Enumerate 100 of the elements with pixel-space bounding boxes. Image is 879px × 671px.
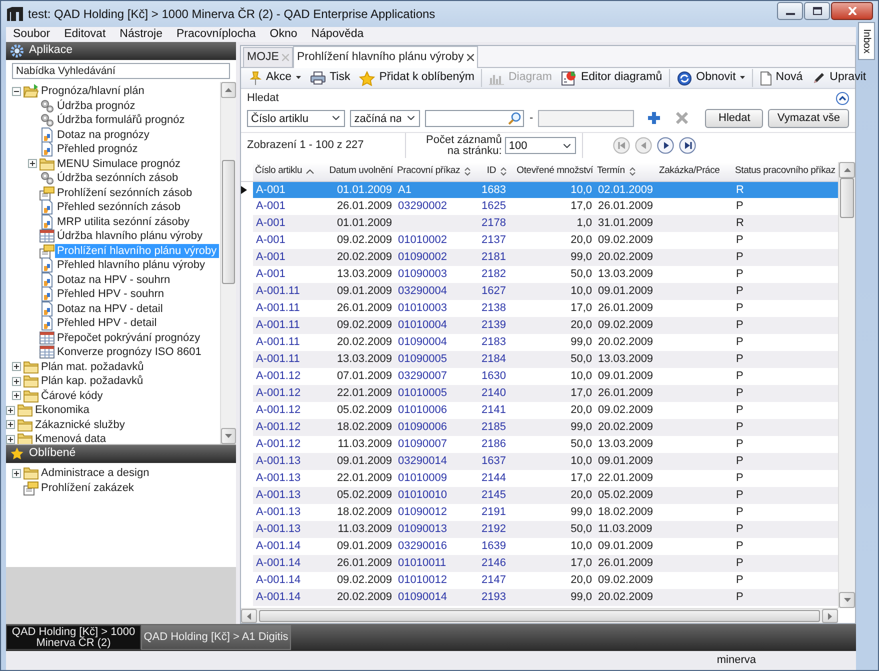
- tree-item[interactable]: Údržba formulářů prognóz: [55, 113, 187, 128]
- add-condition-button[interactable]: [647, 111, 662, 125]
- toolbar-button[interactable]: Obnovit: [674, 69, 748, 87]
- tree-item[interactable]: Administrace a design: [39, 466, 152, 480]
- tree-item[interactable]: Dotaz na HPV - detail: [55, 302, 165, 316]
- search-field[interactable]: [425, 110, 524, 126]
- tree-item[interactable]: Přehled HPV - detail: [55, 316, 159, 330]
- scrollbar[interactable]: [241, 608, 838, 623]
- menu-item[interactable]: Okno: [270, 26, 298, 44]
- expand-toggle[interactable]: [12, 86, 21, 96]
- scroll-up-button[interactable]: [839, 162, 855, 178]
- tree-item[interactable]: Přepočet pokrývání prognózy: [55, 330, 202, 345]
- column-header[interactable]: Status pracovního příkaz: [733, 162, 838, 181]
- tree-item[interactable]: Plán mat. požadavků: [39, 360, 146, 374]
- tree-item[interactable]: Prognóza/hlavní plán: [39, 84, 146, 98]
- tree-item[interactable]: Údržba hlavního plánu výroby: [55, 229, 205, 244]
- tree-item[interactable]: Údržba sezónních zásob: [55, 171, 180, 186]
- expand-toggle[interactable]: [28, 159, 37, 168]
- scroll-thumb[interactable]: [840, 178, 854, 218]
- menu-item[interactable]: Pracovníplocha: [176, 26, 256, 44]
- expand-toggle[interactable]: [12, 391, 21, 400]
- toolbar-button[interactable]: Nová: [756, 69, 806, 87]
- tab[interactable]: Prohlížení hlavního plánu výroby: [292, 46, 478, 68]
- side-tab[interactable]: Inbox: [858, 22, 875, 60]
- tree-item[interactable]: Kmenová data: [33, 432, 108, 444]
- panel-header[interactable]: Oblíbené: [6, 445, 236, 463]
- column-header[interactable]: Pracovní příkaz: [395, 162, 477, 181]
- scroll-thumb[interactable]: [259, 610, 820, 622]
- search-button[interactable]: Hledat: [705, 108, 764, 128]
- column-header[interactable]: Otevřené množství: [509, 162, 595, 181]
- field-dropdown[interactable]: Číslo artiklu: [247, 110, 346, 126]
- workspace-tab[interactable]: QAD Holding [Kč] > A1 Digitis: [141, 625, 291, 650]
- tree-item[interactable]: Prohlížení zakázek: [39, 480, 136, 495]
- expand-toggle[interactable]: [6, 406, 15, 415]
- maximize-button[interactable]: [804, 2, 830, 20]
- table-cell: 26.01.2009: [323, 198, 395, 215]
- menu-item[interactable]: Nástroje: [120, 26, 162, 44]
- tree-item[interactable]: Plán kap. požadavků: [39, 374, 146, 388]
- collapse-button[interactable]: [836, 92, 849, 104]
- table-cell: 09.01.2009: [595, 453, 657, 470]
- tree-item[interactable]: Údržba prognóz: [55, 98, 138, 113]
- expand-toggle[interactable]: [12, 376, 21, 386]
- record-count: Zobrazení 1 - 100 z 227: [247, 138, 365, 154]
- page-size-dropdown[interactable]: 100: [504, 137, 576, 154]
- table-cell: 01090002: [395, 249, 477, 266]
- scrollbar[interactable]: [838, 162, 855, 608]
- scrollbar[interactable]: [220, 82, 236, 444]
- expand-toggle[interactable]: [6, 434, 15, 444]
- table-cell: 09.02.2009: [323, 572, 395, 589]
- next-page-button[interactable]: [656, 137, 674, 154]
- last-page-button[interactable]: [678, 137, 696, 154]
- toolbar-button[interactable]: Tisk: [306, 69, 354, 87]
- sort-icon: [464, 166, 471, 176]
- scroll-thumb[interactable]: [222, 160, 235, 284]
- tab[interactable]: MOJE: [243, 47, 293, 67]
- toolbar-button[interactable]: Editor diagramů: [558, 69, 666, 87]
- scroll-down-button[interactable]: [839, 592, 855, 608]
- expand-toggle[interactable]: [12, 362, 21, 372]
- table-cell: 01090005: [395, 351, 477, 368]
- tree-item[interactable]: Zákaznické služby: [33, 418, 127, 432]
- panel-header[interactable]: Aplikace: [6, 42, 236, 60]
- tree-item[interactable]: MENU Simulace prognóz: [55, 156, 182, 171]
- tree-item[interactable]: Dotaz na HPV - souhrn: [55, 272, 172, 287]
- column-header[interactable]: ID: [477, 162, 509, 181]
- expand-toggle[interactable]: [12, 468, 21, 478]
- tree-item[interactable]: Ekonomika: [33, 403, 92, 418]
- tree-item[interactable]: Dotaz na prognózy: [55, 128, 152, 142]
- scroll-down-button[interactable]: [221, 428, 236, 444]
- range-end-field[interactable]: [538, 110, 634, 126]
- tree-item[interactable]: Konverze prognózy ISO 8601: [55, 345, 204, 360]
- toolbar-button[interactable]: Upravit: [808, 69, 870, 87]
- clear-all-button[interactable]: Vymazat vše: [768, 108, 849, 128]
- toolbar-button[interactable]: Přidat k oblíbeným: [356, 69, 478, 87]
- column-header[interactable]: Datum uvolnění: [323, 162, 395, 181]
- remove-condition-button[interactable]: [676, 112, 688, 124]
- toolbar-button[interactable]: Akce: [247, 69, 304, 87]
- table-cell: 2138: [477, 300, 509, 317]
- tree-item[interactable]: Přehled sezónních zásob: [55, 200, 183, 214]
- tree-item[interactable]: Čárové kódy: [39, 388, 105, 403]
- close-button[interactable]: [831, 2, 873, 20]
- table-cell: 03290007: [395, 368, 477, 385]
- tree-item[interactable]: Prohlížení sezónních zásob: [55, 186, 194, 200]
- column-header[interactable]: Termín: [595, 162, 657, 181]
- expand-toggle[interactable]: [6, 420, 15, 430]
- tree-item[interactable]: MRP utilita sezónní zásoby: [55, 214, 192, 229]
- menu-search-field[interactable]: Nabídka Vyhledávání: [12, 63, 230, 79]
- menu-item[interactable]: Soubor: [13, 26, 50, 44]
- tree-item[interactable]: Přehled HPV - souhrn: [55, 287, 166, 302]
- menu-item[interactable]: Editovat: [64, 26, 106, 44]
- scroll-up-button[interactable]: [221, 82, 236, 98]
- scroll-right-button[interactable]: [822, 609, 838, 623]
- table-cell: A-001: [253, 215, 323, 232]
- column-header[interactable]: Číslo artiklu: [253, 162, 323, 181]
- tree-item[interactable]: Přehled prognóz: [55, 142, 140, 156]
- tree-item[interactable]: Přehled hlavního plánu výroby: [55, 258, 207, 272]
- menu-item[interactable]: Nápověda: [311, 26, 364, 44]
- minimize-button[interactable]: [777, 2, 803, 20]
- scroll-left-button[interactable]: [241, 609, 257, 623]
- workspace-tab[interactable]: QAD Holding [Kč] > 1000 Minerva ČR (2): [6, 625, 141, 650]
- column-header[interactable]: Zakázka/Práce: [657, 162, 733, 181]
